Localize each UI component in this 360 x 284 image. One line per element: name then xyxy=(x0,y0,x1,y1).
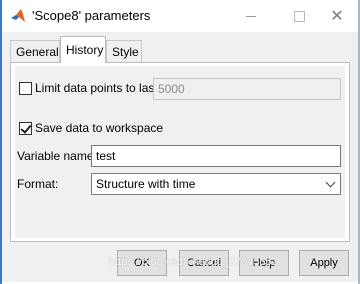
minimize-button[interactable] xyxy=(236,2,266,30)
close-button[interactable]: ✕ xyxy=(322,2,352,30)
help-button[interactable]: Help xyxy=(239,250,289,276)
format-select[interactable]: Structure with time xyxy=(91,173,341,195)
variable-name-label: Variable name: xyxy=(17,149,97,163)
cancel-button[interactable]: Cancel xyxy=(179,250,229,276)
history-panel-content: Limit data points to last: 5000 Save dat… xyxy=(15,66,345,238)
maximize-button[interactable] xyxy=(284,2,314,30)
limit-data-checkbox[interactable] xyxy=(19,82,32,95)
ok-button[interactable]: OK xyxy=(117,250,167,276)
dialog-body: General History Style Limit data points … xyxy=(2,32,358,282)
dialog-window: 'Scope8' parameters ✕ General History St… xyxy=(0,0,360,284)
tab-general[interactable]: General xyxy=(10,40,60,62)
save-workspace-checkbox[interactable] xyxy=(19,122,32,135)
apply-button[interactable]: Apply xyxy=(299,250,349,276)
window-title: 'Scope8' parameters xyxy=(32,8,151,23)
matlab-logo-icon xyxy=(11,9,25,22)
tab-history[interactable]: History xyxy=(60,36,106,63)
chevron-down-icon[interactable] xyxy=(320,174,340,194)
history-panel: Limit data points to last: 5000 Save dat… xyxy=(10,62,350,242)
format-label: Format: xyxy=(17,177,59,191)
tab-style[interactable]: Style xyxy=(106,40,142,62)
limit-points-input[interactable]: 5000 xyxy=(153,78,341,100)
format-select-value: Structure with time xyxy=(96,177,196,191)
variable-name-input[interactable]: test xyxy=(91,145,341,167)
save-workspace-label: Save data to workspace xyxy=(35,121,164,135)
title-bar[interactable]: 'Scope8' parameters ✕ xyxy=(2,0,358,32)
limit-data-label: Limit data points to last: xyxy=(35,81,162,95)
